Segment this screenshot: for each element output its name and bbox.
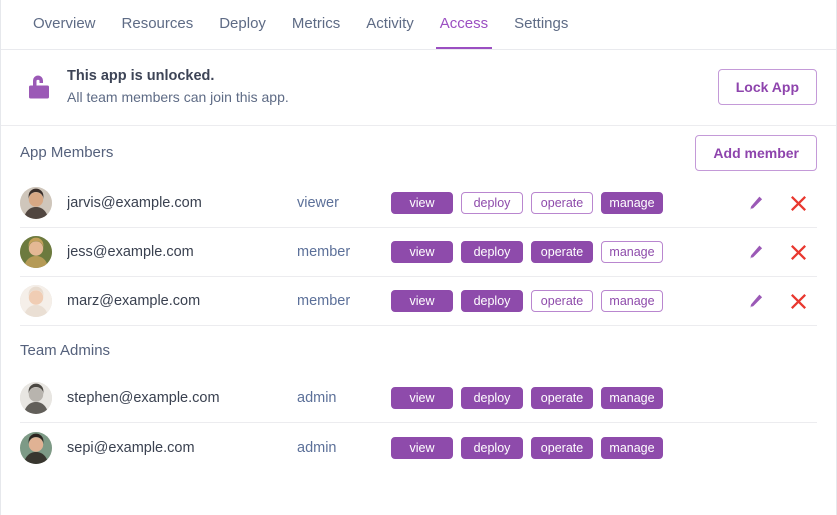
- member-email: sepi@example.com: [67, 439, 195, 456]
- close-x-icon[interactable]: [788, 242, 808, 262]
- member-role: admin: [297, 390, 337, 406]
- add-member-button[interactable]: Add member: [695, 134, 817, 171]
- tab-settings[interactable]: Settings: [501, 0, 581, 49]
- member-role: member: [297, 244, 351, 260]
- banner-title: This app is unlocked.: [67, 68, 215, 84]
- table-row: stephen@example.com admin view deploy operat…: [20, 374, 817, 423]
- team-admins-header: Team Admins: [1, 326, 836, 374]
- lock-app-button[interactable]: Lock App: [717, 69, 817, 105]
- member-email: jarvis@example.com: [67, 195, 202, 211]
- avatar: [20, 285, 52, 317]
- permission-deploy-button[interactable]: deploy: [461, 436, 523, 459]
- member-role: admin: [297, 439, 337, 456]
- pencil-icon[interactable]: [745, 291, 765, 311]
- avatar: [20, 236, 52, 268]
- permission-view-button[interactable]: view: [391, 436, 453, 459]
- banner-subtitle: All team members can join this app.: [67, 89, 289, 105]
- permission-manage-button[interactable]: manage: [601, 436, 663, 459]
- unlocked-padlock-icon: [22, 71, 56, 103]
- permission-operate-button[interactable]: operate: [531, 387, 593, 409]
- access-page: Overview Resources Deploy Metrics Activity Ac…: [0, 0, 837, 515]
- permission-operate-button[interactable]: operate: [531, 192, 593, 214]
- app-lock-banner: This app is unlocked. All team members c…: [1, 50, 836, 126]
- permission-operate-button[interactable]: operate: [531, 436, 593, 459]
- row-actions: [745, 291, 817, 311]
- permission-toggle-group: view deploy operate manage: [391, 241, 663, 263]
- permission-deploy-button[interactable]: deploy: [461, 290, 523, 312]
- avatar: [20, 382, 52, 414]
- permission-view-button[interactable]: view: [391, 387, 453, 409]
- permission-toggle-group: view deploy operate manage: [391, 192, 663, 214]
- banner-text-block: This app is unlocked. All team members c…: [67, 66, 718, 108]
- member-email: marz@example.com: [67, 293, 201, 309]
- tab-activity[interactable]: Activity: [353, 0, 427, 49]
- table-row: sepi@example.com admin view deploy operate ma…: [20, 423, 817, 472]
- permission-toggle-group: view deploy operate manage: [391, 436, 663, 459]
- tab-deploy[interactable]: Deploy: [206, 0, 279, 49]
- app-members-header: App Members Add member: [1, 126, 836, 179]
- row-actions: [745, 193, 817, 213]
- permission-toggle-group: view deploy operate manage: [391, 290, 663, 312]
- member-email: jess@example.com: [67, 244, 194, 260]
- permission-toggle-group: view deploy operate manage: [391, 387, 663, 409]
- table-row: jess@example.com member view deploy operate m…: [20, 228, 817, 277]
- team-admins-title: Team Admins: [20, 341, 111, 359]
- table-row: marz@example.com member view deploy operate m…: [20, 277, 817, 326]
- close-x-icon[interactable]: [788, 291, 808, 311]
- permission-operate-button[interactable]: operate: [531, 290, 593, 312]
- member-role: viewer: [297, 195, 339, 211]
- tab-access[interactable]: Access: [427, 0, 501, 49]
- permission-view-button[interactable]: view: [391, 192, 453, 214]
- app-members-title: App Members: [20, 144, 114, 161]
- tab-metrics[interactable]: Metrics: [279, 0, 353, 49]
- permission-manage-button[interactable]: manage: [601, 387, 663, 409]
- permission-view-button[interactable]: view: [391, 290, 453, 312]
- permission-view-button[interactable]: view: [391, 241, 453, 263]
- avatar: [20, 431, 52, 464]
- avatar: [20, 187, 52, 219]
- row-actions: [745, 242, 817, 262]
- permission-operate-button[interactable]: operate: [531, 241, 593, 263]
- pencil-icon[interactable]: [745, 242, 765, 262]
- close-x-icon[interactable]: [788, 193, 808, 213]
- member-email: stephen@example.com: [67, 390, 220, 406]
- permission-deploy-button[interactable]: deploy: [461, 387, 523, 409]
- member-role: member: [297, 293, 351, 309]
- permission-deploy-button[interactable]: deploy: [461, 241, 523, 263]
- tab-overview[interactable]: Overview: [20, 0, 109, 49]
- permission-manage-button[interactable]: manage: [601, 192, 663, 214]
- tab-resources[interactable]: Resources: [109, 0, 207, 49]
- permission-manage-button[interactable]: manage: [601, 241, 663, 263]
- pencil-icon[interactable]: [745, 193, 765, 213]
- permission-deploy-button[interactable]: deploy: [461, 192, 523, 214]
- table-row: jarvis@example.com viewer view deploy operat…: [20, 179, 817, 228]
- permission-manage-button[interactable]: manage: [601, 290, 663, 312]
- app-members-list: jarvis@example.com viewer view deploy operat…: [1, 179, 836, 326]
- main-tab-bar: Overview Resources Deploy Metrics Activity Ac…: [1, 0, 836, 50]
- team-admins-list: stephen@example.com admin view deploy operat…: [1, 374, 836, 472]
